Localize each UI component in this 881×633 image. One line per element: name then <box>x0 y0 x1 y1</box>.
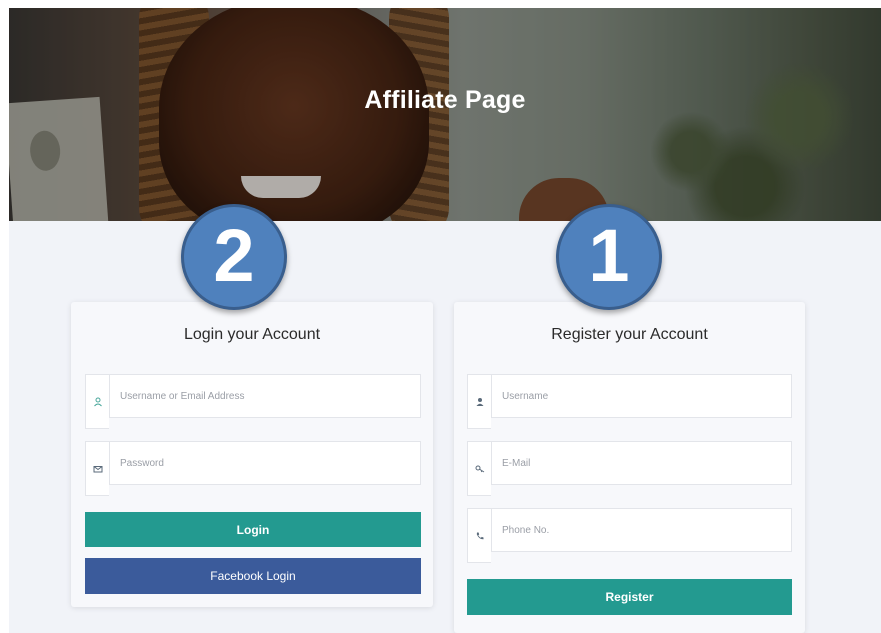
login-username-field <box>85 374 421 429</box>
login-card: Login your Account Login Facebook Login <box>71 302 433 607</box>
login-button[interactable]: Login <box>85 512 421 547</box>
step-badge-register: 1 <box>556 204 662 310</box>
envelope-icon <box>85 441 109 496</box>
page-frame: Affiliate Page Login your Account Login … <box>9 8 881 633</box>
step-badge-login: 2 <box>181 204 287 310</box>
user-icon <box>467 374 491 429</box>
page-title: Affiliate Page <box>364 86 526 114</box>
login-password-input[interactable] <box>109 441 421 485</box>
phone-icon <box>467 508 491 563</box>
login-password-field <box>85 441 421 496</box>
register-button[interactable]: Register <box>467 579 792 615</box>
login-username-input[interactable] <box>109 374 421 418</box>
register-username-field <box>467 374 792 429</box>
register-card-title: Register your Account <box>551 326 708 343</box>
register-email-field <box>467 441 792 496</box>
key-icon <box>467 441 491 496</box>
register-email-input[interactable] <box>491 441 792 485</box>
register-card: Register your Account Register <box>454 302 805 633</box>
register-phone-field <box>467 508 792 563</box>
register-phone-input[interactable] <box>491 508 792 552</box>
facebook-login-button[interactable]: Facebook Login <box>85 558 421 594</box>
register-username-input[interactable] <box>491 374 792 418</box>
hero-banner: Affiliate Page <box>9 8 881 221</box>
login-card-title: Login your Account <box>183 326 321 343</box>
user-icon <box>85 374 109 429</box>
